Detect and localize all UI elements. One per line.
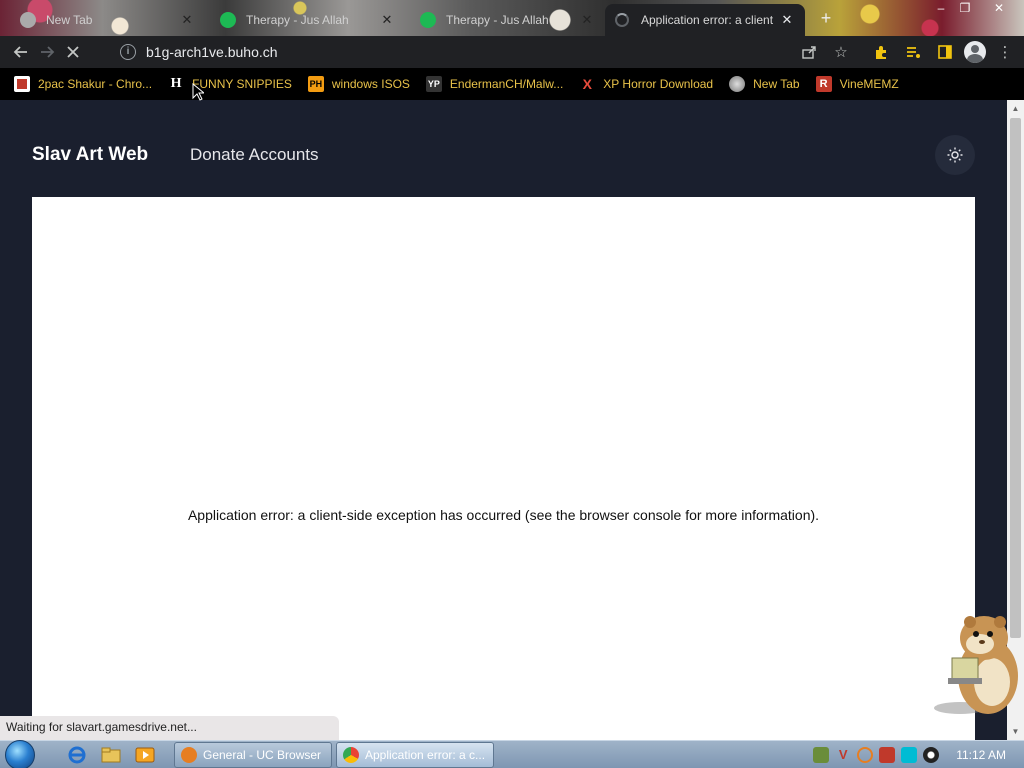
- scroll-up-icon[interactable]: ▲: [1007, 100, 1024, 117]
- extensions-icon[interactable]: [868, 39, 894, 65]
- spotify-icon: [420, 12, 436, 28]
- side-panel-icon[interactable]: [932, 39, 958, 65]
- hamster-desktop-pet[interactable]: [930, 608, 1024, 718]
- tab-close-icon[interactable]: ✕: [779, 12, 795, 28]
- toolbar-actions: ☆ ⋮: [796, 39, 1018, 65]
- tab-application-error[interactable]: Application error: a client ✕: [605, 4, 805, 36]
- scrollbar-thumb[interactable]: [1010, 118, 1021, 638]
- bookmark-2pac[interactable]: 2pac Shakur - Chro...: [14, 76, 152, 92]
- status-bubble: Waiting for slavart.gamesdrive.net...: [0, 716, 339, 740]
- windows-logo-icon: [5, 739, 35, 768]
- stop-loading-button[interactable]: [60, 39, 86, 65]
- tab-new-tab[interactable]: New Tab ✕: [10, 4, 205, 36]
- nav-donate-accounts[interactable]: Donate Accounts: [190, 145, 319, 165]
- minimize-icon[interactable]: –: [928, 0, 954, 18]
- new-tab-button[interactable]: +: [815, 8, 837, 30]
- h-icon: H: [170, 76, 182, 91]
- internet-explorer-icon[interactable]: [60, 741, 94, 768]
- start-button[interactable]: [0, 739, 40, 768]
- error-message: Application error: a client-side excepti…: [187, 507, 820, 523]
- monitor-tray-icon[interactable]: [901, 747, 918, 763]
- system-tray: V 11:12 AM: [810, 741, 1024, 768]
- taskbar-chrome[interactable]: Application error: a c...: [336, 741, 494, 768]
- bookmark-xp-horror[interactable]: X XP Horror Download: [579, 76, 714, 92]
- yp-icon: YP: [425, 76, 442, 92]
- file-explorer-icon[interactable]: [94, 741, 128, 768]
- back-button[interactable]: [8, 39, 34, 65]
- taskbar-uc-browser[interactable]: General - UC Browser: [174, 741, 332, 768]
- forward-button[interactable]: [34, 39, 60, 65]
- hamster-tray-icon[interactable]: [813, 747, 830, 763]
- bookmark-endermanch[interactable]: YP EndermanCH/Malw...: [425, 76, 563, 92]
- bookmark-new-tab[interactable]: New Tab: [729, 76, 800, 92]
- windows-taskbar: General - UC Browser Application error: …: [0, 739, 1024, 768]
- flag-tray-icon[interactable]: [879, 747, 896, 763]
- tab-therapy-1[interactable]: Therapy - Jus Allah ✕: [210, 4, 405, 36]
- media-player-icon[interactable]: [128, 741, 162, 768]
- media-control-icon[interactable]: [900, 39, 926, 65]
- search-tray-icon[interactable]: [857, 747, 874, 763]
- restore-icon[interactable]: ❐: [952, 0, 978, 18]
- more-menu-icon[interactable]: ⋮: [992, 39, 1018, 65]
- address-bar[interactable]: i b1g-arch1ve.buho.ch: [110, 38, 860, 66]
- r-icon: R: [815, 76, 832, 92]
- scroll-down-icon[interactable]: ▼: [1007, 723, 1024, 740]
- bookmark-star-icon[interactable]: ☆: [828, 39, 854, 65]
- bookmark-folder-icon: [14, 76, 30, 92]
- clock[interactable]: 11:12 AM: [956, 748, 1006, 762]
- ph-icon: PH: [307, 76, 324, 92]
- browser-toolbar: i b1g-arch1ve.buho.ch ☆ ⋮: [0, 36, 1024, 68]
- globe-icon: [729, 76, 746, 92]
- x-icon: X: [582, 76, 592, 92]
- profile-avatar[interactable]: [964, 41, 986, 63]
- tab-close-icon[interactable]: ✕: [179, 12, 195, 28]
- screen: New Tab ✕ Therapy - Jus Allah ✕ Therapy …: [0, 0, 1024, 768]
- bookmarks-bar: 2pac Shakur - Chro... H FUNNY SNIPPIES P…: [0, 68, 1024, 100]
- bookmark-funny-snippies[interactable]: H FUNNY SNIPPIES: [168, 76, 292, 92]
- tab-close-icon[interactable]: ✕: [379, 12, 395, 28]
- uc-browser-icon: [181, 746, 197, 763]
- chrome-icon: [20, 12, 36, 28]
- site-brand[interactable]: Slav Art Web: [32, 144, 148, 166]
- share-icon[interactable]: [796, 39, 822, 65]
- v-tray-icon[interactable]: V: [835, 747, 851, 763]
- sun-icon: [947, 147, 963, 163]
- content-card: Application error: a client-side excepti…: [32, 197, 975, 740]
- chrome-icon: [343, 746, 359, 763]
- site-info-icon[interactable]: i: [120, 44, 136, 60]
- mouse-cursor-icon: [192, 83, 204, 101]
- bookmark-windows-isos[interactable]: PH windows ISOS: [307, 76, 410, 92]
- web-page: Slav Art Web Donate Accounts Application…: [0, 100, 1007, 740]
- tab-therapy-2[interactable]: Therapy - Jus Allah ✕: [410, 4, 605, 36]
- bookmark-vinememz[interactable]: R VineMEMZ: [815, 76, 899, 92]
- camera-tray-icon[interactable]: [923, 747, 940, 763]
- close-window-icon[interactable]: ✕: [986, 0, 1012, 18]
- url-text[interactable]: b1g-arch1ve.buho.ch: [146, 44, 278, 60]
- theme-toggle-button[interactable]: [935, 135, 975, 175]
- tab-close-icon[interactable]: ✕: [579, 12, 595, 28]
- spotify-icon: [220, 12, 236, 28]
- tab-strip: New Tab ✕ Therapy - Jus Allah ✕ Therapy …: [0, 0, 1024, 36]
- loading-spinner-icon: [615, 13, 629, 27]
